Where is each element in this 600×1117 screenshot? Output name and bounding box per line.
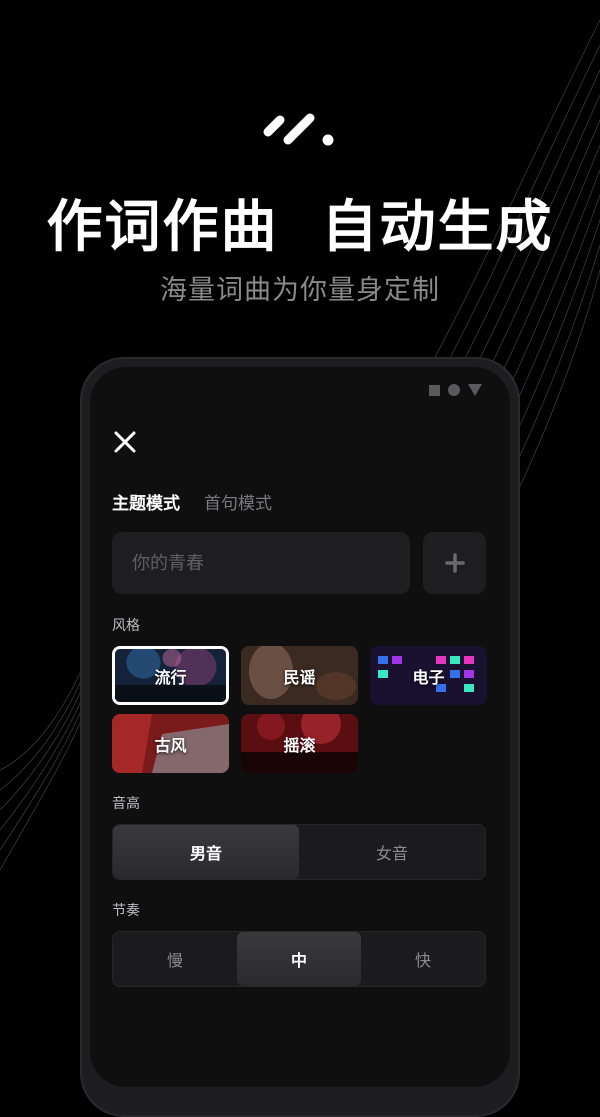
- mode-tabs: 主题模式 首句模式: [112, 489, 272, 514]
- pitch-option-female[interactable]: 女音: [299, 825, 485, 879]
- app-screen: 主题模式 首句模式 风格 流行 民谣: [90, 367, 510, 1087]
- status-square-icon: [429, 384, 440, 396]
- style-option-label: 民谣: [283, 667, 316, 687]
- brand-logo-icon: [263, 113, 334, 146]
- tab-theme-mode[interactable]: 主题模式: [112, 489, 180, 514]
- hero-subline: 海量词曲为你量身定制: [160, 275, 440, 306]
- add-button[interactable]: [423, 532, 486, 594]
- style-option-folk[interactable]: 民谣: [241, 646, 358, 705]
- style-option-label: 流行: [154, 667, 187, 687]
- status-triangle-icon: [468, 384, 482, 396]
- tab-first-line-mode[interactable]: 首句模式: [204, 489, 272, 514]
- status-bar: [429, 384, 482, 396]
- status-circle-icon: [448, 384, 460, 396]
- style-option-label: 电子: [412, 667, 445, 687]
- pitch-option-male[interactable]: 男音: [113, 825, 299, 879]
- theme-input-box: [112, 532, 410, 594]
- style-option-label: 古风: [154, 735, 187, 755]
- theme-input[interactable]: [130, 551, 392, 575]
- tempo-option-medium[interactable]: 中: [237, 932, 361, 986]
- style-option-rock[interactable]: 摇滚: [241, 714, 358, 773]
- close-icon[interactable]: [112, 429, 138, 455]
- plus-icon: [444, 553, 465, 573]
- style-option-electronic[interactable]: 电子: [370, 646, 487, 705]
- tempo-option-slow[interactable]: 慢: [113, 932, 237, 986]
- style-label: 风格: [112, 618, 140, 634]
- style-option-ancient[interactable]: 古风: [112, 714, 229, 773]
- hero-headline: 作词作曲 自动生成: [46, 195, 554, 260]
- pitch-segmented-control: 男音 女音: [112, 824, 486, 880]
- pitch-label: 音高: [112, 796, 140, 812]
- style-option-pop[interactable]: 流行: [112, 646, 229, 705]
- tempo-option-fast[interactable]: 快: [361, 932, 485, 986]
- style-option-label: 摇滚: [283, 735, 316, 755]
- tempo-label: 节奏: [112, 903, 140, 919]
- tempo-segmented-control: 慢 中 快: [112, 931, 486, 987]
